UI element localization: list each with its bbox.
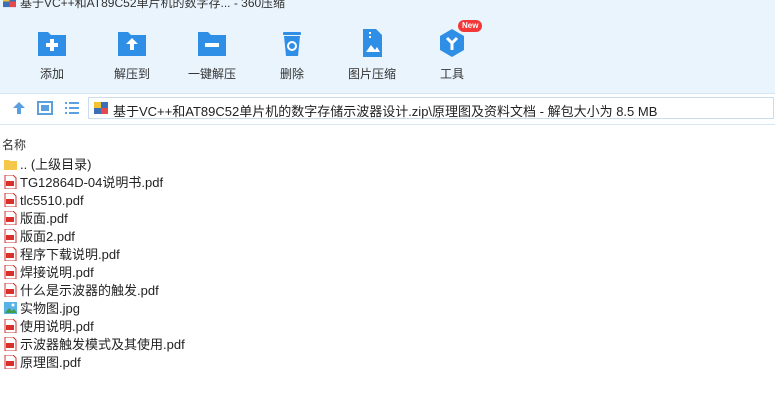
list-item[interactable]: 原理图.pdf bbox=[0, 353, 775, 371]
new-badge: New bbox=[458, 20, 483, 32]
pdf-icon bbox=[4, 211, 17, 225]
image-compress-label: 图片压缩 bbox=[347, 67, 396, 81]
file-name: 什么是示波器的触发.pdf bbox=[20, 283, 159, 298]
add-icon bbox=[38, 32, 66, 56]
app-window: 基于VC++和AT89C52单片机的数字存... - 360压缩 添加 解压到 bbox=[0, 0, 775, 411]
add-button[interactable]: 添加 bbox=[14, 26, 90, 86]
pdf-icon bbox=[4, 265, 17, 279]
window-title: 基于VC++和AT89C52单片机的数字存... - 360压缩 bbox=[20, 0, 286, 10]
extract-to-icon bbox=[118, 32, 146, 56]
pdf-icon bbox=[4, 247, 17, 261]
pdf-icon bbox=[4, 355, 17, 369]
path-box[interactable]: 基于VC++和AT89C52单片机的数字存储示波器设计.zip\原理图及资料文档… bbox=[88, 97, 774, 119]
address-bar: 基于VC++和AT89C52单片机的数字存储示波器设计.zip\原理图及资料文档… bbox=[0, 93, 775, 125]
image-compress-button[interactable]: 图片压缩 bbox=[334, 26, 410, 86]
toolbar: 添加 解压到 一键解压 删除 图片压缩 New 工具 bbox=[0, 20, 775, 90]
column-name-header[interactable]: 名称 bbox=[2, 136, 26, 153]
file-name: 实物图.jpg bbox=[20, 301, 80, 316]
extract-to-label: 解压到 bbox=[113, 67, 150, 81]
pdf-icon bbox=[4, 337, 17, 351]
folder-icon bbox=[4, 160, 17, 170]
list-item[interactable]: 什么是示波器的触发.pdf bbox=[0, 281, 775, 299]
list-item[interactable]: 示波器触发模式及其使用.pdf bbox=[0, 335, 775, 353]
list-item[interactable]: 程序下载说明.pdf bbox=[0, 245, 775, 263]
file-name: 示波器触发模式及其使用.pdf bbox=[20, 337, 185, 352]
delete-button[interactable]: 删除 bbox=[254, 26, 330, 86]
tools-button[interactable]: New 工具 bbox=[414, 20, 490, 86]
archive-path: 基于VC++和AT89C52单片机的数字存储示波器设计.zip\原理图及资料文档… bbox=[113, 104, 658, 119]
list-item[interactable]: 焊接说明.pdf bbox=[0, 263, 775, 281]
archive-icon bbox=[94, 102, 108, 114]
pdf-icon bbox=[4, 283, 17, 297]
file-name: 焊接说明.pdf bbox=[20, 265, 94, 280]
file-list: .. (上级目录) TG12864D-04说明书.pdf tlc5510.pdf… bbox=[0, 155, 775, 371]
file-name: 版面.pdf bbox=[20, 211, 68, 226]
pdf-icon bbox=[4, 319, 17, 333]
add-label: 添加 bbox=[39, 67, 64, 81]
list-item[interactable]: 版面2.pdf bbox=[0, 227, 775, 245]
file-name: 版面2.pdf bbox=[20, 229, 75, 244]
extract-to-button[interactable]: 解压到 bbox=[94, 26, 170, 86]
pdf-icon bbox=[4, 229, 17, 243]
up-arrow-icon[interactable] bbox=[11, 100, 27, 116]
list-item-parent[interactable]: .. (上级目录) bbox=[0, 155, 775, 173]
thumbnail-view-icon[interactable] bbox=[37, 100, 53, 116]
one-click-extract-button[interactable]: 一键解压 bbox=[174, 26, 250, 86]
list-item[interactable]: 版面.pdf bbox=[0, 209, 775, 227]
tools-label: 工具 bbox=[439, 67, 464, 81]
file-name: .. (上级目录) bbox=[20, 157, 92, 172]
list-item[interactable]: tlc5510.pdf bbox=[0, 191, 775, 209]
image-file-icon bbox=[4, 302, 17, 314]
file-name: 程序下载说明.pdf bbox=[20, 247, 120, 262]
list-header: 名称 bbox=[0, 131, 775, 153]
archive-app-icon bbox=[3, 0, 16, 8]
file-name: 原理图.pdf bbox=[20, 355, 81, 370]
list-item[interactable]: 使用说明.pdf bbox=[0, 317, 775, 335]
file-name: TG12864D-04说明书.pdf bbox=[20, 175, 164, 190]
list-item[interactable]: 实物图.jpg bbox=[0, 299, 775, 317]
pdf-icon bbox=[4, 175, 17, 189]
image-compress-icon bbox=[363, 29, 382, 57]
delete-label: 删除 bbox=[279, 67, 304, 81]
list-view-icon[interactable] bbox=[64, 100, 80, 116]
list-item[interactable]: TG12864D-04说明书.pdf bbox=[0, 173, 775, 191]
top-chrome: 基于VC++和AT89C52单片机的数字存... - 360压缩 添加 解压到 bbox=[0, 0, 775, 93]
one-click-extract-icon bbox=[198, 32, 226, 56]
file-name: tlc5510.pdf bbox=[20, 193, 84, 208]
pdf-icon bbox=[4, 193, 17, 207]
delete-icon bbox=[283, 32, 301, 56]
title-bar: 基于VC++和AT89C52单片机的数字存... - 360压缩 bbox=[0, 0, 775, 13]
one-click-extract-label: 一键解压 bbox=[187, 67, 236, 81]
file-name: 使用说明.pdf bbox=[20, 319, 94, 334]
